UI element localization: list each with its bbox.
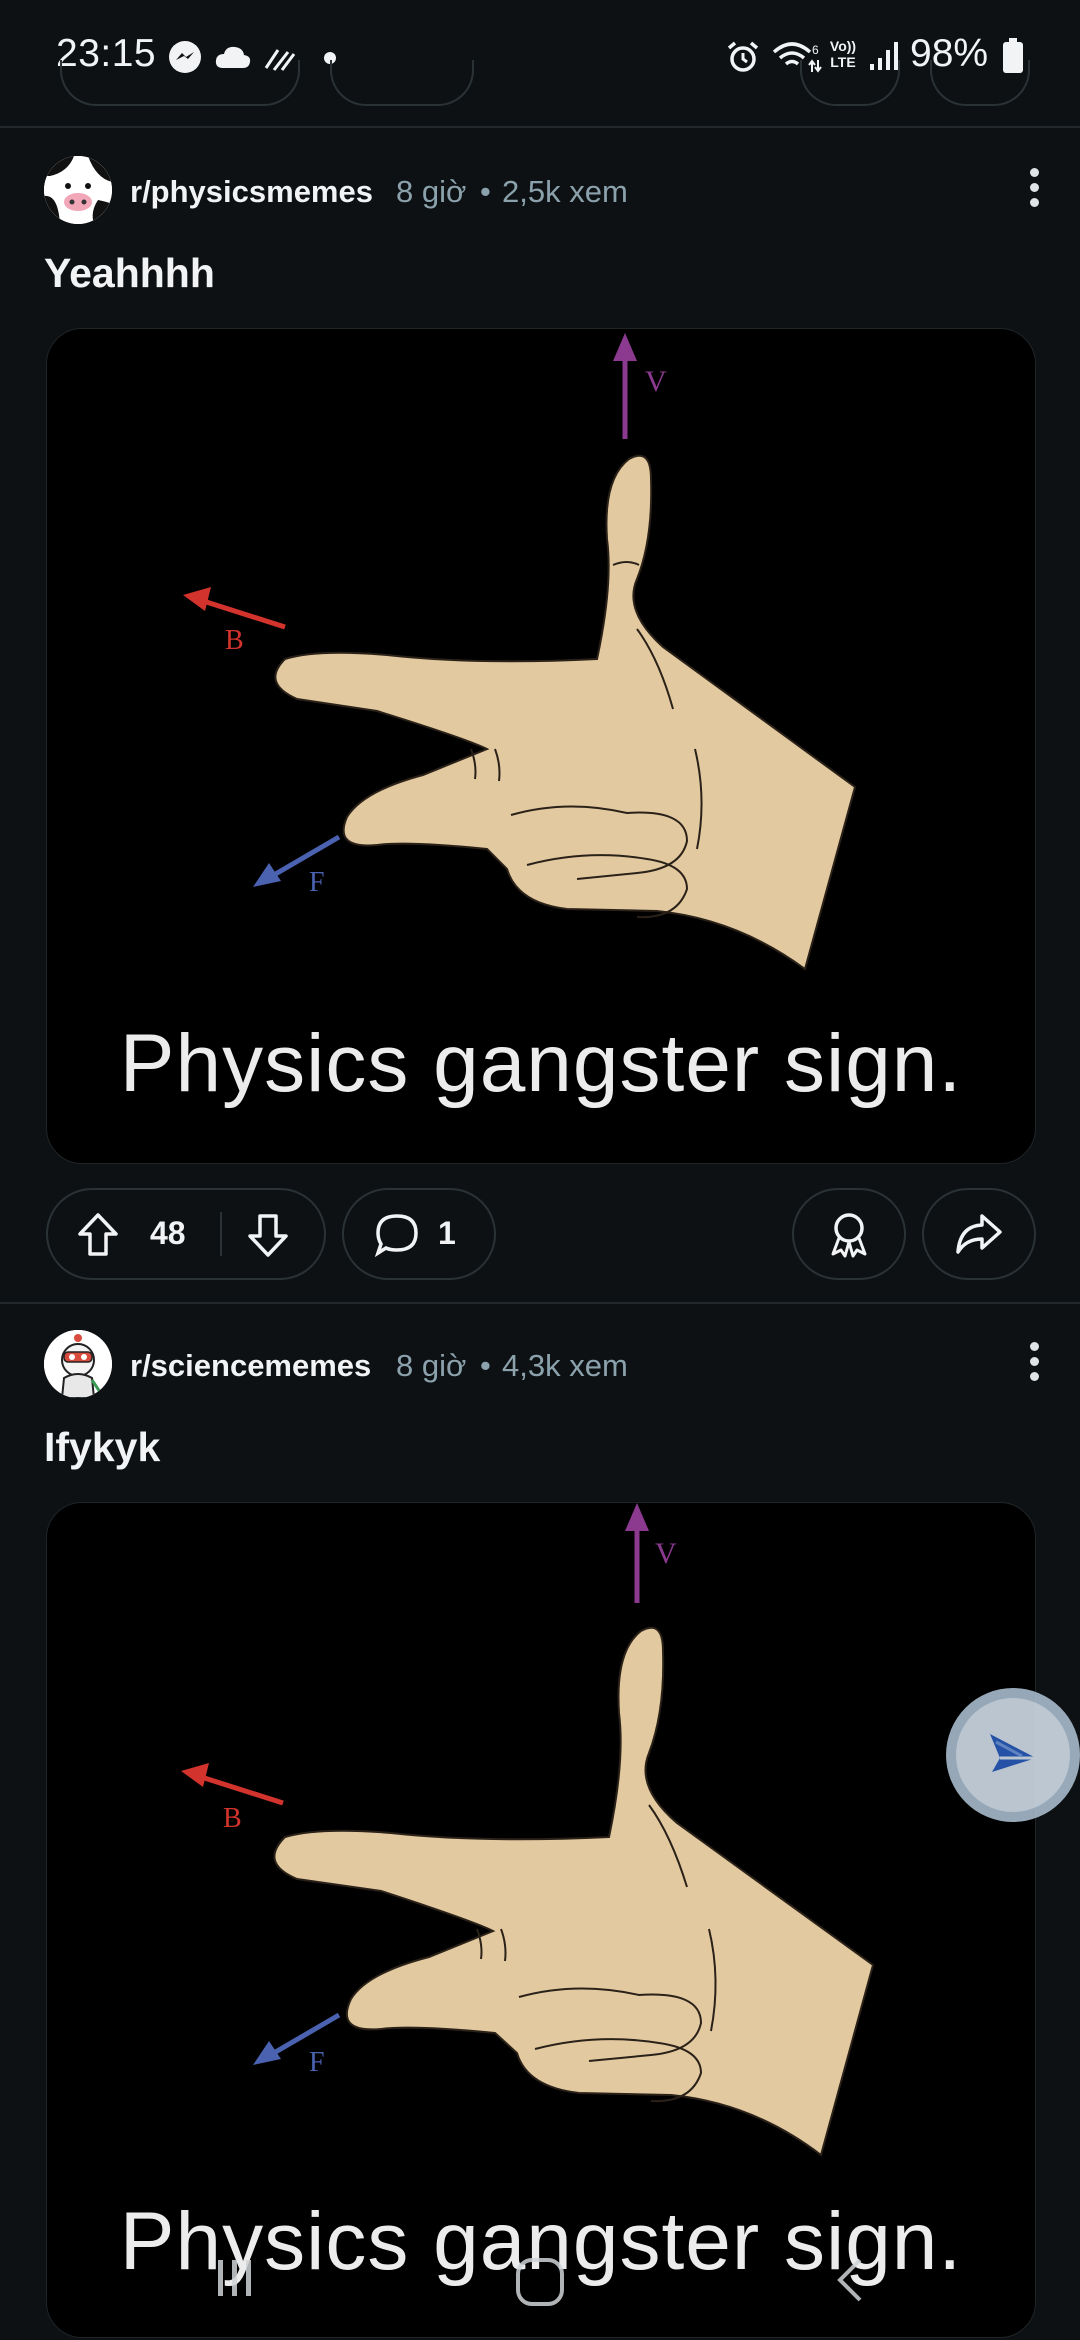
home-nav-icon[interactable] <box>514 2256 566 2308</box>
post-header: r/physicsmemes 8 giờ • 2,5k xem <box>44 156 1044 226</box>
f-label: F <box>309 867 325 898</box>
meta-separator: • <box>480 1348 491 1383</box>
post-header: r/sciencememes 8 giờ • 4,3k xem <box>44 1330 1044 1400</box>
f-arrow <box>265 2012 341 2060</box>
floating-assistant-button[interactable] <box>946 1688 1080 1822</box>
image-caption: Physics gangster sign. <box>119 1018 963 1109</box>
post-age: 8 giờ <box>396 1348 467 1383</box>
share-button[interactable] <box>922 1188 1036 1280</box>
post-age: 8 giờ <box>396 174 467 209</box>
f-label: F <box>309 2047 325 2078</box>
divider <box>0 126 1080 128</box>
subreddit-name[interactable]: r/sciencememes <box>130 1348 371 1384</box>
post-views: 2,5k xem <box>502 174 628 209</box>
b-arrow <box>194 1772 284 1806</box>
post-image[interactable]: V B F Physics gangster sign. <box>46 1502 1036 2338</box>
recents-nav-icon[interactable] <box>212 2256 258 2300</box>
divider <box>0 1302 1080 1304</box>
share-icon <box>956 1214 1002 1254</box>
downvote-icon[interactable] <box>246 1212 290 1258</box>
post-title[interactable]: Yeahhhh <box>44 250 215 297</box>
subreddit-avatar[interactable] <box>44 1330 112 1398</box>
v-label: V <box>655 1537 677 1570</box>
comments-button[interactable]: 1 <box>342 1188 496 1280</box>
post-actions: 48 1 <box>0 1188 1080 1280</box>
post-card[interactable]: r/sciencememes 8 giờ • 4,3k xem Ifykyk V… <box>0 1330 1080 2340</box>
subreddit-name[interactable]: r/physicsmemes <box>130 174 373 210</box>
award-icon <box>831 1213 867 1258</box>
alarm-icon <box>727 41 759 72</box>
filter-chip-partial[interactable] <box>330 60 474 106</box>
filter-chip-partial[interactable] <box>800 60 900 106</box>
paper-plane-icon <box>990 1734 1036 1772</box>
upvote-count: 48 <box>150 1215 186 1251</box>
f-arrow <box>265 834 341 882</box>
post-card[interactable]: r/physicsmemes 8 giờ • 2,5k xem Yeahhhh … <box>0 156 1080 1290</box>
subreddit-avatar[interactable] <box>44 156 112 224</box>
filter-chip-partial[interactable] <box>930 60 1030 106</box>
hand-shape <box>273 1626 875 2157</box>
svg-text:6: 6 <box>812 43 819 57</box>
post-title[interactable]: Ifykyk <box>44 1424 160 1471</box>
b-arrow <box>196 596 286 630</box>
v-label: V <box>645 365 667 398</box>
award-button[interactable] <box>792 1188 906 1280</box>
b-label: B <box>223 1803 242 1834</box>
status-bar: 23:15 6 Vo)) LTE 98% <box>0 0 1080 116</box>
fab-inner <box>956 1698 1070 1812</box>
b-label: B <box>225 625 244 656</box>
comment-count: 1 <box>438 1215 456 1251</box>
comment-icon <box>374 1214 418 1258</box>
upvote-icon[interactable] <box>76 1212 120 1258</box>
hand-shape <box>274 454 857 971</box>
meta-separator: • <box>480 174 491 209</box>
back-nav-icon[interactable] <box>830 2254 870 2306</box>
more-options-icon[interactable] <box>1024 1336 1044 1392</box>
post-views: 4,3k xem <box>502 1348 628 1383</box>
more-options-icon[interactable] <box>1024 162 1044 218</box>
filter-chip-partial[interactable] <box>60 60 300 106</box>
vote-control: 48 <box>46 1188 326 1280</box>
vote-divider <box>220 1212 222 1256</box>
post-image[interactable]: V B F Physics gangster sign. <box>46 328 1036 1164</box>
